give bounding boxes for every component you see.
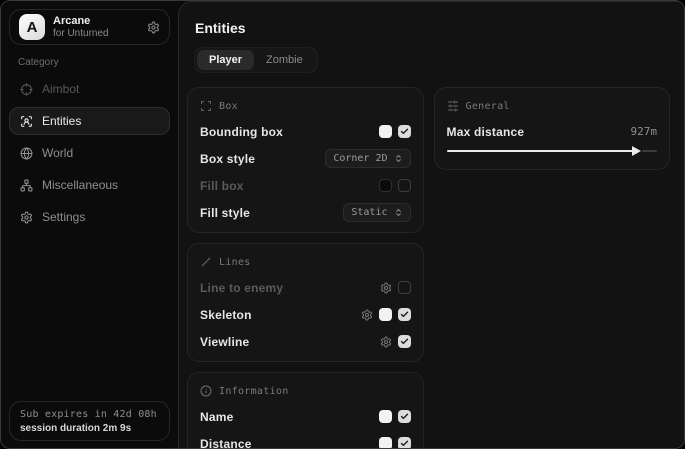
setting-label: Max distance [447, 125, 525, 139]
select-value: Corner 2D [333, 153, 387, 164]
setting-row-skeleton: Skeleton [200, 307, 411, 322]
setting-row-name: Name [200, 409, 411, 424]
app-logo: A [19, 14, 45, 40]
max-distance-value: 927m [631, 125, 658, 138]
setting-row-fill-box: Fill box [200, 178, 411, 193]
scan-icon [200, 100, 212, 112]
box-card: Box Bounding box Box style Corner 2D [187, 87, 424, 233]
session-duration-text: session duration 2m 9s [20, 423, 159, 434]
main-panel: Entities Player Zombie Box Bounding box [178, 1, 684, 448]
lines-card: Lines Line to enemy Skeleton [187, 243, 424, 362]
setting-label: Bounding box [200, 125, 283, 139]
sidebar-item-label: Miscellaneous [42, 178, 118, 192]
left-column: Box Bounding box Box style Corner 2D [187, 87, 424, 449]
sliders-icon [447, 100, 459, 112]
setting-row-box-style: Box style Corner 2D [200, 151, 411, 166]
setting-row-viewline: Viewline [200, 334, 411, 349]
section-title: Information [219, 386, 289, 397]
subscription-card: Sub expires in 42d 08h session duration … [9, 401, 170, 441]
chevrons-up-down-icon [394, 208, 403, 217]
sidebar-item-label: Entities [42, 114, 81, 128]
sidebar-item-miscellaneous[interactable]: Miscellaneous [9, 171, 170, 199]
setting-row-fill-style: Fill style Static [200, 205, 411, 220]
gear-icon[interactable] [380, 282, 392, 294]
sidebar-nav: Aimbot Entities World Miscellaneous Sett… [9, 75, 170, 231]
sidebar-item-entities[interactable]: Entities [9, 107, 170, 135]
setting-label: Line to enemy [200, 281, 283, 295]
gear-icon[interactable] [380, 336, 392, 348]
setting-label: Viewline [200, 335, 249, 349]
color-swatch[interactable] [379, 179, 392, 192]
app-subtitle: for Unturned [53, 28, 139, 40]
color-swatch[interactable] [379, 125, 392, 138]
gear-icon[interactable] [147, 21, 160, 34]
general-section-header: General [447, 100, 658, 112]
section-title: Box [219, 101, 238, 112]
chevrons-up-down-icon [394, 154, 403, 163]
diagonal-line-icon [200, 256, 212, 268]
setting-label: Box style [200, 152, 255, 166]
tab-bar: Player Zombie [194, 47, 318, 73]
sidebar-item-label: Aimbot [42, 82, 79, 96]
general-card: General Max distance 927m [434, 87, 671, 170]
section-title: General [466, 101, 510, 112]
sidebar-item-label: Settings [42, 210, 85, 224]
brand-text: Arcane for Unturned [53, 15, 139, 39]
checkbox[interactable] [398, 335, 411, 348]
setting-row-distance: Distance [200, 436, 411, 449]
crosshair-icon [20, 83, 33, 96]
max-distance-slider[interactable] [447, 145, 658, 157]
setting-label: Fill style [200, 206, 250, 220]
checkbox[interactable] [398, 281, 411, 294]
gear-icon [20, 211, 33, 224]
entity-scan-icon [20, 115, 33, 128]
setting-label: Distance [200, 437, 252, 449]
tab-player[interactable]: Player [197, 50, 254, 70]
content-columns: Box Bounding box Box style Corner 2D [187, 87, 670, 449]
setting-row-max-distance: Max distance 927m [447, 124, 658, 139]
sidebar-item-settings[interactable]: Settings [9, 203, 170, 231]
network-icon [20, 179, 33, 192]
sidebar-item-label: World [42, 146, 73, 160]
brand-card: A Arcane for Unturned [9, 9, 170, 45]
info-icon [200, 385, 212, 397]
checkbox[interactable] [398, 308, 411, 321]
slider-rest [642, 150, 657, 152]
slider-thumb[interactable] [632, 146, 641, 156]
setting-label: Name [200, 410, 233, 424]
checkbox[interactable] [398, 179, 411, 192]
right-column: General Max distance 927m [434, 87, 671, 449]
sidebar: A Arcane for Unturned Category Aimbot En… [1, 1, 178, 448]
color-swatch[interactable] [379, 437, 392, 449]
checkbox[interactable] [398, 410, 411, 423]
sidebar-item-world[interactable]: World [9, 139, 170, 167]
setting-label: Skeleton [200, 308, 252, 322]
tab-zombie[interactable]: Zombie [254, 50, 315, 70]
slider-fill [447, 150, 639, 152]
information-section-header: Information [200, 385, 411, 397]
sub-expires-text: Sub expires in 42d 08h [20, 409, 159, 420]
gear-icon[interactable] [361, 309, 373, 321]
lines-section-header: Lines [200, 256, 411, 268]
information-card: Information Name Distance [187, 372, 424, 449]
checkbox[interactable] [398, 437, 411, 449]
setting-row-line-to-enemy: Line to enemy [200, 280, 411, 295]
section-title: Lines [219, 257, 251, 268]
color-swatch[interactable] [379, 410, 392, 423]
box-style-select[interactable]: Corner 2D [325, 149, 410, 168]
category-label: Category [18, 57, 59, 68]
page-title: Entities [195, 20, 670, 36]
sidebar-item-aimbot[interactable]: Aimbot [9, 75, 170, 103]
setting-row-bounding-box: Bounding box [200, 124, 411, 139]
color-swatch[interactable] [379, 308, 392, 321]
setting-label: Fill box [200, 179, 244, 193]
select-value: Static [351, 207, 387, 218]
globe-icon [20, 147, 33, 160]
fill-style-select[interactable]: Static [343, 203, 410, 222]
box-section-header: Box [200, 100, 411, 112]
checkbox[interactable] [398, 125, 411, 138]
app-name: Arcane [53, 15, 139, 28]
app-window: A Arcane for Unturned Category Aimbot En… [0, 0, 685, 449]
